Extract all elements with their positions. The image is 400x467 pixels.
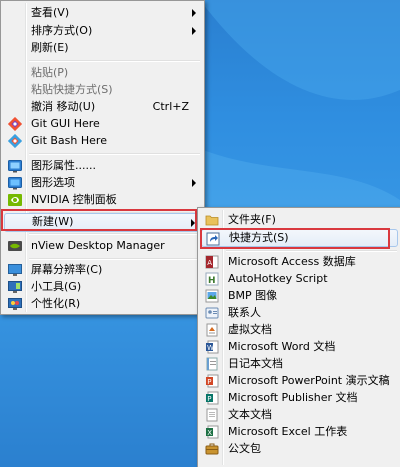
submenu-item-label: 文本文档 — [228, 408, 272, 421]
submenu-item-label: 虚拟文档 — [228, 323, 272, 336]
graphics-options-icon — [7, 175, 23, 191]
svg-text:H: H — [208, 276, 216, 286]
submenu-item-journal-document[interactable]: 日记本文档 — [201, 355, 398, 373]
menu-item-label: 排序方式(O) — [31, 24, 93, 37]
powerpoint-icon: P — [204, 373, 220, 389]
word-icon: W — [204, 339, 220, 355]
menu-item-personalize[interactable]: 个性化(R) — [4, 295, 201, 313]
menu-item-label: nView Desktop Manager — [31, 239, 165, 252]
submenu-item-folder[interactable]: 文件夹(F) — [201, 211, 398, 229]
submenu-item-label: Microsoft Publisher 文档 — [228, 391, 358, 404]
submenu-item-publisher-document[interactable]: P Microsoft Publisher 文档 — [201, 389, 398, 407]
nvidia-icon — [7, 192, 23, 208]
submenu-arrow-icon — [192, 9, 196, 17]
submenu-item-bmp-image[interactable]: BMP 图像 — [201, 287, 398, 305]
menu-item-label: NVIDIA 控制面板 — [31, 193, 117, 206]
journal-icon — [204, 356, 220, 372]
menu-item-shortcut: Ctrl+Z — [152, 100, 189, 113]
menu-item-paste-shortcut[interactable]: 粘贴快捷方式(S) — [4, 81, 201, 99]
menu-item-sort-by[interactable]: 排序方式(O) — [4, 22, 201, 40]
menu-item-screen-resolution[interactable]: 屏幕分辨率(C) — [4, 261, 201, 279]
menu-separator — [226, 250, 397, 252]
annotation-box-new — [1, 209, 197, 231]
submenu-item-autohotkey-script[interactable]: H AutoHotkey Script — [201, 270, 398, 288]
publisher-icon: P — [204, 390, 220, 406]
menu-item-nview-desktop-manager[interactable]: nView Desktop Manager — [4, 237, 201, 255]
menu-item-label: 粘贴(P) — [31, 66, 69, 79]
menu-item-undo-move[interactable]: 撤消 移动(U) Ctrl+Z — [4, 98, 201, 116]
menu-separator — [29, 153, 200, 155]
git-gui-icon — [7, 116, 23, 132]
personalize-icon — [7, 296, 23, 312]
svg-text:A: A — [207, 259, 212, 267]
desktop-context-menu: 查看(V) 排序方式(O) 刷新(E) 粘贴(P) 粘贴快捷方式(S) 撤消 移… — [0, 0, 205, 315]
submenu-item-virtual-document[interactable]: 虚拟文档 — [201, 321, 398, 339]
annotation-box-shortcut — [200, 228, 390, 249]
svg-text:W: W — [207, 344, 214, 352]
menu-item-nvidia-control-panel[interactable]: NVIDIA 控制面板 — [4, 191, 201, 209]
submenu-item-label: 公文包 — [228, 442, 261, 455]
menu-separator — [29, 60, 200, 62]
menu-separator — [29, 233, 200, 235]
bmp-image-icon — [204, 288, 220, 304]
menu-item-label: Git Bash Here — [31, 134, 107, 147]
folder-icon — [204, 212, 220, 228]
submenu-item-label: BMP 图像 — [228, 289, 278, 302]
access-icon: A — [204, 254, 220, 270]
menu-item-label: 个性化(R) — [31, 297, 81, 310]
excel-icon: X — [204, 424, 220, 440]
nview-icon — [7, 238, 23, 254]
submenu-item-contact[interactable]: 联系人 — [201, 304, 398, 322]
submenu-item-text-document[interactable]: 文本文档 — [201, 406, 398, 424]
submenu-item-word-document[interactable]: W Microsoft Word 文档 — [201, 338, 398, 356]
graphics-properties-icon — [7, 158, 23, 174]
menu-item-view[interactable]: 查看(V) — [4, 4, 201, 22]
menu-item-label: 撤消 移动(U) — [31, 100, 96, 113]
svg-text:P: P — [207, 395, 211, 403]
menu-item-gadgets[interactable]: 小工具(G) — [4, 278, 201, 296]
submenu-item-label: AutoHotkey Script — [228, 272, 328, 285]
menu-item-label: 刷新(E) — [31, 41, 69, 54]
submenu-item-label: Microsoft Word 文档 — [228, 340, 336, 353]
menu-item-paste[interactable]: 粘贴(P) — [4, 64, 201, 82]
gadgets-icon — [7, 279, 23, 295]
submenu-item-access-database[interactable]: A Microsoft Access 数据库 — [201, 253, 398, 271]
submenu-item-label: Microsoft PowerPoint 演示文稿 — [228, 374, 390, 387]
menu-item-label: 小工具(G) — [31, 280, 82, 293]
contact-icon — [204, 305, 220, 321]
submenu-item-label: 日记本文档 — [228, 357, 283, 370]
submenu-item-powerpoint-presentation[interactable]: P Microsoft PowerPoint 演示文稿 — [201, 372, 398, 390]
menu-item-git-gui[interactable]: Git GUI Here — [4, 115, 201, 133]
submenu-item-label: 文件夹(F) — [228, 213, 276, 226]
menu-item-label: 屏幕分辨率(C) — [31, 263, 103, 276]
menu-item-label: 图形属性...... — [31, 159, 96, 172]
submenu-item-briefcase[interactable]: 公文包 — [201, 440, 398, 458]
menu-separator — [29, 258, 200, 260]
submenu-arrow-icon — [192, 179, 196, 187]
menu-item-graphics-properties[interactable]: 图形属性...... — [4, 157, 201, 175]
submenu-item-excel-worksheet[interactable]: X Microsoft Excel 工作表 — [201, 423, 398, 441]
menu-item-graphics-options[interactable]: 图形选项 — [4, 174, 201, 192]
menu-item-label: Git GUI Here — [31, 117, 100, 130]
svg-text:X: X — [207, 429, 212, 437]
submenu-item-label: Microsoft Excel 工作表 — [228, 425, 348, 438]
briefcase-icon — [204, 441, 220, 457]
virtual-document-icon — [204, 322, 220, 338]
menu-item-label: 粘贴快捷方式(S) — [31, 83, 113, 96]
screen-resolution-icon — [7, 262, 23, 278]
submenu-item-label: Microsoft Access 数据库 — [228, 255, 356, 268]
menu-item-label: 查看(V) — [31, 6, 70, 19]
submenu-arrow-icon — [192, 27, 196, 35]
menu-item-git-bash[interactable]: Git Bash Here — [4, 132, 201, 150]
svg-text:P: P — [207, 378, 211, 386]
git-bash-icon — [7, 133, 23, 149]
text-document-icon — [204, 407, 220, 423]
submenu-item-label: 联系人 — [228, 306, 261, 319]
autohotkey-icon: H — [204, 271, 220, 287]
menu-item-label: 图形选项 — [31, 176, 75, 189]
menu-item-refresh[interactable]: 刷新(E) — [4, 39, 201, 57]
